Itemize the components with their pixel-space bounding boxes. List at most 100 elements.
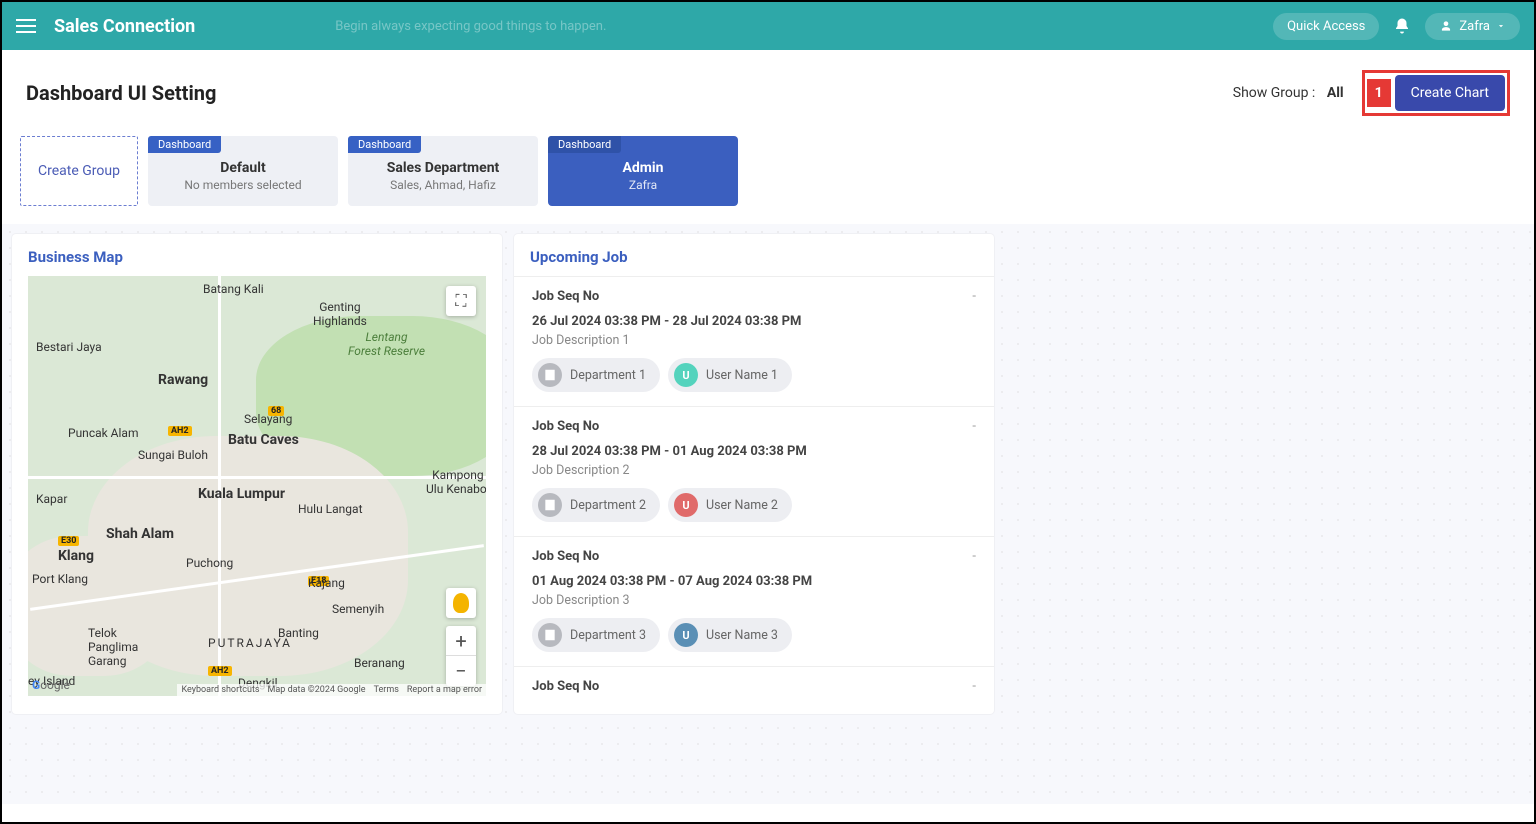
group-tag: Dashboard [148, 136, 221, 153]
map-label-sungaibuloh: Sungai Buloh [138, 448, 208, 462]
map-label-genting: Genting Highlands [313, 300, 367, 328]
jobs-panel-title: Upcoming Job [514, 248, 994, 266]
job-date: 01 Aug 2024 03:38 PM - 07 Aug 2024 03:38… [532, 574, 976, 589]
map-label-puchong: Puchong [186, 556, 233, 570]
map-label-batucaves: Batu Caves [228, 432, 299, 448]
collapse-icon[interactable]: - [972, 549, 976, 564]
map-attribution: Keyboard shortcuts Map data ©2024 Google… [177, 684, 486, 696]
map-label-semenyih: Semenyih [332, 602, 384, 616]
job-date: 28 Jul 2024 03:38 PM - 01 Aug 2024 03:38… [532, 444, 976, 459]
dept-name: Department 2 [570, 498, 646, 513]
zoom-control: + − [446, 626, 476, 686]
map-label-beranang: Beranang [354, 656, 405, 670]
group-card-default[interactable]: Dashboard Default No members selected [148, 136, 338, 206]
job-seq: Job Seq No [532, 549, 599, 564]
page-title: Dashboard UI Setting [26, 81, 216, 105]
job-seq: Job Seq No [532, 289, 599, 304]
user-icon [1439, 19, 1453, 33]
dept-chip[interactable]: Department 1 [532, 358, 660, 392]
map-canvas[interactable]: AH2 68 E30 AH2 E18 Kuala Lumpur PUTRAJAY… [28, 276, 486, 696]
map-label-batangkali: Batang Kali [203, 282, 264, 296]
topbar: Sales Connection Begin always expecting … [2, 2, 1534, 50]
create-group-button[interactable]: Create Group [20, 136, 138, 206]
user-name-text: User Name 3 [706, 628, 778, 643]
dashboard-area: Business Map AH2 68 E30 AH2 E18 Kuala Lu… [2, 224, 1534, 804]
user-chip[interactable]: U User Name 1 [668, 358, 792, 392]
job-seq: Job Seq No [532, 419, 599, 434]
create-chart-button[interactable]: Create Chart [1395, 75, 1505, 111]
map-label-selayang: Selayang [244, 412, 292, 426]
job-item[interactable]: Job Seq No - 01 Aug 2024 03:38 PM - 07 Aug… [514, 536, 994, 666]
collapse-icon[interactable]: - [972, 679, 976, 694]
fullscreen-icon[interactable]: ⛶ [446, 286, 476, 316]
group-card-admin[interactable]: Dashboard Admin Zafra [548, 136, 738, 206]
job-desc: Job Description 3 [532, 593, 976, 608]
building-icon [538, 493, 562, 517]
job-item[interactable]: Job Seq No - 28 Jul 2024 03:38 PM - 01 Aug… [514, 406, 994, 536]
job-item[interactable]: Job Seq No - [514, 666, 994, 708]
google-logo: Google [32, 678, 70, 692]
user-chip[interactable]: U User Name 2 [668, 488, 792, 522]
show-group-filter[interactable]: Show Group : All [1233, 85, 1344, 101]
map-label-telok: Telok Panglima Garang [88, 626, 138, 668]
group-tag: Dashboard [548, 136, 621, 153]
dept-name: Department 3 [570, 628, 646, 643]
job-desc: Job Description 2 [532, 463, 976, 478]
jobs-list: Job Seq No - 26 Jul 2024 03:38 PM - 28 Jul… [514, 276, 994, 708]
dept-chip[interactable]: Department 3 [532, 618, 660, 652]
map-label-rawang: Rawang [158, 372, 208, 388]
group-sub: Sales, Ahmad, Hafiz [360, 178, 526, 192]
user-name-text: User Name 1 [706, 368, 778, 383]
map-shortcuts-link[interactable]: Keyboard shortcuts [181, 685, 259, 695]
user-name: Zafra [1459, 19, 1490, 34]
user-avatar: U [674, 363, 698, 387]
map-label-banting: Banting [278, 626, 319, 640]
user-menu[interactable]: Zafra [1425, 13, 1520, 40]
group-row: Create Group Dashboard Default No member… [2, 136, 1534, 224]
user-avatar: U [674, 493, 698, 517]
map-report-link[interactable]: Report a map error [407, 685, 482, 695]
quick-access-button[interactable]: Quick Access [1273, 13, 1379, 40]
dept-name: Department 1 [570, 368, 646, 383]
menu-icon[interactable] [16, 19, 36, 33]
group-title: Sales Department [360, 160, 526, 176]
group-title: Admin [560, 160, 726, 176]
map-label-bestarijaya: Bestari Jaya [36, 340, 102, 354]
map-label-kapar: Kapar [36, 492, 67, 506]
map-label-hululangat: Hulu Langat [298, 502, 363, 516]
motto-text: Begin always expecting good things to ha… [335, 19, 606, 34]
job-item[interactable]: Job Seq No - 26 Jul 2024 03:38 PM - 28 Jul… [514, 276, 994, 406]
job-seq: Job Seq No [532, 679, 599, 694]
collapse-icon[interactable]: - [972, 419, 976, 434]
pegman-icon[interactable] [446, 588, 476, 618]
dept-chip[interactable]: Department 2 [532, 488, 660, 522]
group-title: Default [160, 160, 326, 176]
upcoming-job-panel: Upcoming Job Job Seq No - 26 Jul 2024 03:3… [514, 234, 994, 714]
map-terms-link[interactable]: Terms [374, 685, 399, 695]
business-map-panel: Business Map AH2 68 E30 AH2 E18 Kuala Lu… [12, 234, 502, 714]
user-avatar: U [674, 623, 698, 647]
page-header: Dashboard UI Setting Show Group : All 1 … [2, 50, 1534, 136]
user-chip[interactable]: U User Name 3 [668, 618, 792, 652]
map-label-shahalam: Shah Alam [106, 526, 174, 542]
job-date: 26 Jul 2024 03:38 PM - 28 Jul 2024 03:38… [532, 314, 976, 329]
map-label-ulukenaboi: Kampong Ulu Kenaboi [426, 468, 486, 496]
map-label-klang: Klang [58, 548, 94, 564]
show-group-value: All [1327, 85, 1344, 101]
zoom-in-button[interactable]: + [446, 626, 476, 656]
job-desc: Job Description 1 [532, 333, 976, 348]
collapse-icon[interactable]: - [972, 289, 976, 304]
building-icon [538, 363, 562, 387]
group-sub: No members selected [160, 178, 326, 192]
group-card-sales[interactable]: Dashboard Sales Department Sales, Ahmad,… [348, 136, 538, 206]
zoom-out-button[interactable]: − [446, 656, 476, 686]
map-label-kajang: Kajang [308, 576, 345, 590]
callout-number: 1 [1367, 79, 1391, 107]
building-icon [538, 623, 562, 647]
notification-icon[interactable] [1393, 17, 1411, 35]
group-sub: Zafra [560, 178, 726, 192]
map-data-text: Map data ©2024 Google [268, 685, 366, 695]
user-name-text: User Name 2 [706, 498, 778, 513]
map-panel-title: Business Map [28, 248, 486, 266]
show-group-label: Show Group : [1233, 85, 1316, 101]
